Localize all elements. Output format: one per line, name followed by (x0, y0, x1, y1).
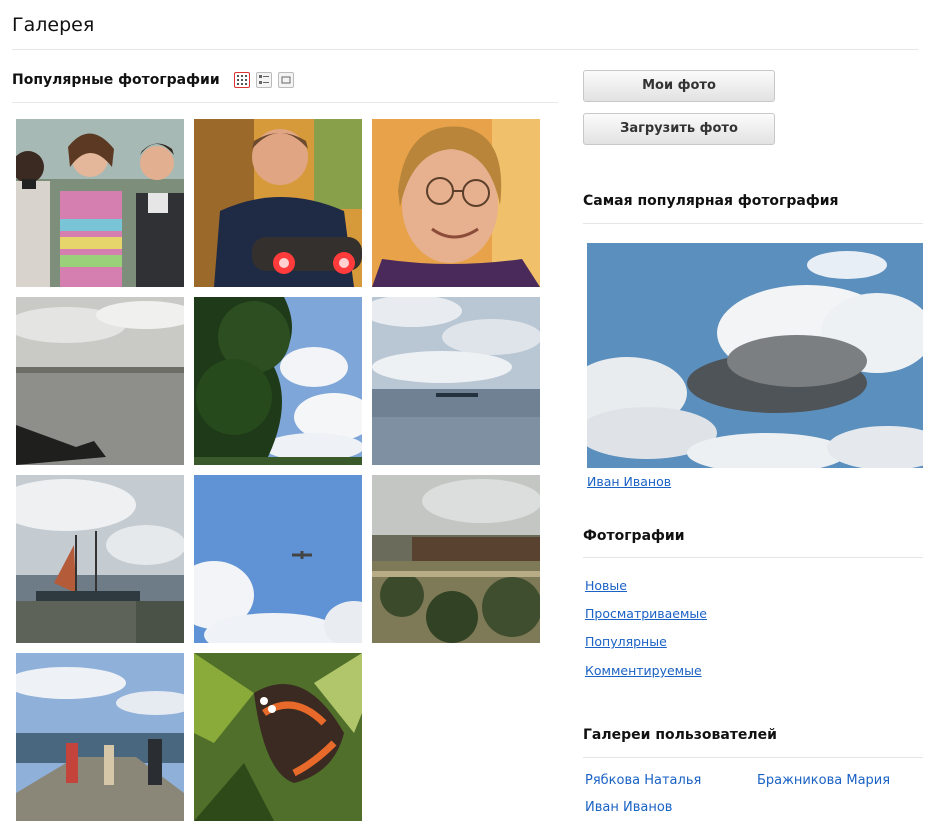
photo-thumbnail[interactable] (16, 653, 184, 821)
photos-section-title: Фотографии (583, 528, 685, 544)
most-popular-title: Самая популярная фотография (583, 193, 839, 209)
user-gallery-link[interactable]: Рябкова Наталья (585, 773, 701, 788)
user-gallery-link[interactable]: Бражникова Мария (757, 773, 890, 788)
photo-thumbnail[interactable] (194, 297, 362, 465)
single-view-icon[interactable] (277, 72, 294, 88)
photo-thumbnail[interactable] (16, 297, 184, 465)
photo-thumbnail[interactable] (372, 297, 540, 465)
section-divider (12, 102, 558, 103)
photo-thumbnail[interactable] (194, 653, 362, 821)
popular-section: Популярные фотографии (12, 58, 558, 103)
user-gallery-link[interactable]: Иван Иванов (585, 800, 672, 815)
section-divider (583, 757, 923, 758)
popular-header: Популярные фотографии (12, 58, 558, 102)
upload-photo-button[interactable]: Загрузить фото (583, 113, 775, 145)
photos-link-viewed[interactable]: Просматриваемые (585, 606, 707, 621)
section-divider (583, 557, 923, 558)
list-view-icon[interactable] (255, 72, 272, 88)
right-column: Мои фото Загрузить фото (583, 70, 923, 145)
photo-thumbnail[interactable] (16, 475, 184, 643)
most-popular-photo[interactable] (587, 243, 923, 468)
user-galleries-title: Галереи пользователей (583, 727, 777, 743)
photo-thumbnail[interactable] (194, 119, 362, 287)
title-divider (12, 49, 918, 50)
view-switcher (233, 72, 294, 88)
most-popular-author-link[interactable]: Иван Иванов (587, 474, 671, 489)
photos-link-commented[interactable]: Комментируемые (585, 663, 702, 678)
photos-link-new[interactable]: Новые (585, 578, 627, 593)
my-photos-button[interactable]: Мои фото (583, 70, 775, 102)
photo-thumbnail[interactable] (16, 119, 184, 287)
photo-thumbnail[interactable] (194, 475, 362, 643)
page-title: Галерея (12, 14, 95, 36)
section-title: Популярные фотографии (12, 72, 220, 88)
photo-thumbnail[interactable] (372, 119, 540, 287)
photos-link-popular[interactable]: Популярные (585, 634, 667, 649)
grid-view-icon[interactable] (233, 72, 250, 88)
section-divider (583, 223, 923, 224)
photo-thumbnail[interactable] (372, 475, 540, 643)
